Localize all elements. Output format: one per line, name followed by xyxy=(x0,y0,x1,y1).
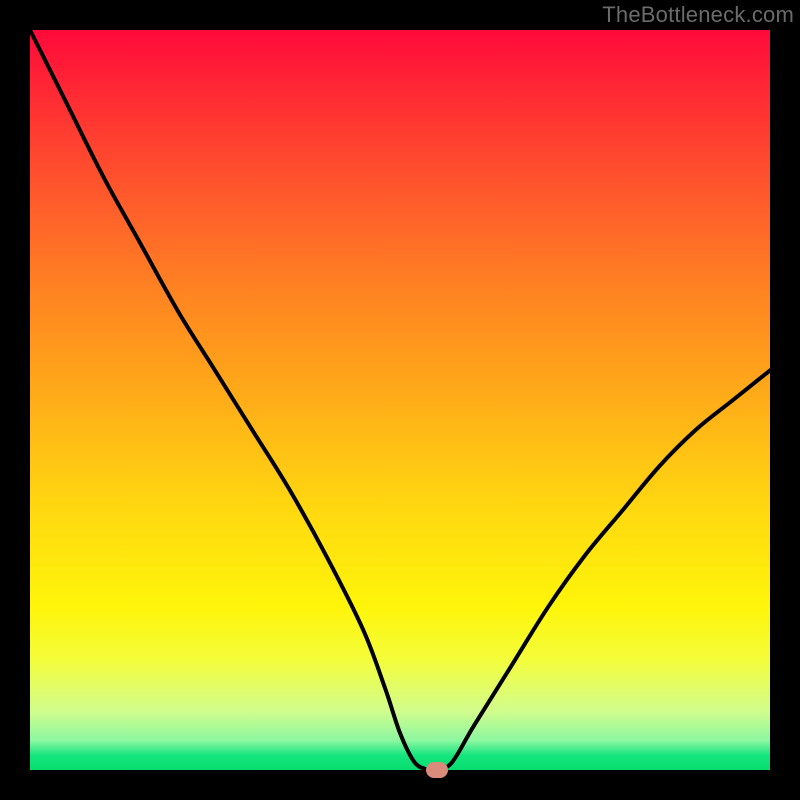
bottleneck-curve xyxy=(30,30,770,770)
optimal-point-marker xyxy=(426,762,448,778)
chart-frame: TheBottleneck.com xyxy=(0,0,800,800)
attribution-text: TheBottleneck.com xyxy=(602,2,794,28)
plot-area xyxy=(30,30,770,770)
